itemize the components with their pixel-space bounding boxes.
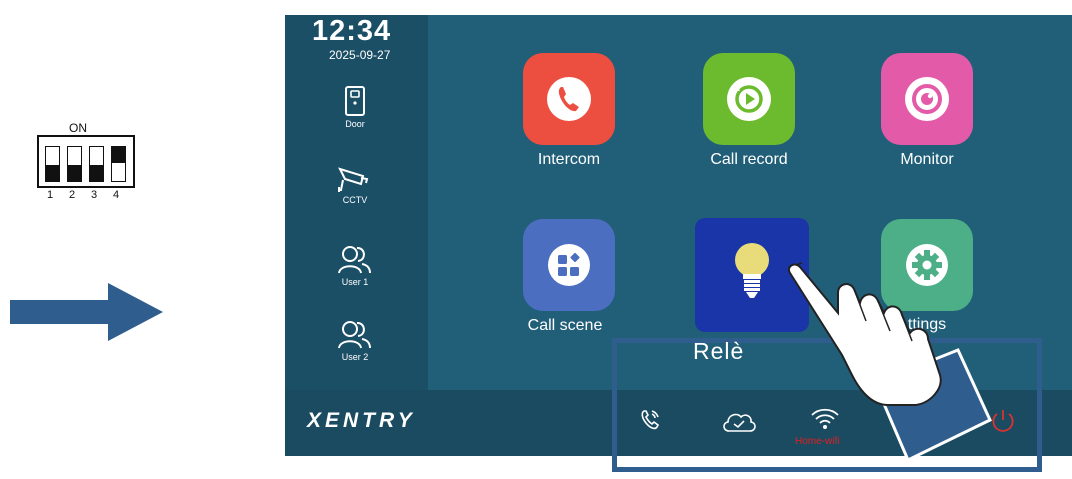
monitor-app-label: Monitor: [900, 151, 954, 168]
users-icon: [338, 321, 371, 349]
dip-switch: [37, 135, 135, 188]
phone-icon: [547, 77, 591, 121]
sidebar-item-label: User 1: [341, 277, 369, 287]
clock-time: 12:34: [312, 15, 392, 47]
dip-switch-label: ON: [69, 121, 87, 135]
sidebar: 12:34 2025-09-27 Door CCTV User 1 User 2: [285, 15, 428, 390]
sidebar-item-door[interactable]: Door: [325, 85, 385, 129]
play-record-icon: [727, 77, 771, 121]
grid-scene-icon: [548, 244, 590, 286]
right-arrow-icon: [10, 283, 163, 341]
brand-logo: XENTRY: [307, 409, 416, 432]
sidebar-item-user-1[interactable]: User 1: [325, 245, 385, 287]
eye-camera-icon: [905, 77, 949, 121]
rele-app-label: Relè: [693, 338, 745, 364]
sidebar-item-label: CCTV: [342, 195, 368, 205]
call-scene-app-label: Call scene: [527, 317, 603, 334]
dip-number-4: 4: [112, 189, 120, 201]
sidebar-item-user-2[interactable]: User 2: [325, 320, 385, 362]
sidebar-item-label: User 2: [341, 352, 369, 362]
dip-number-3: 3: [90, 189, 98, 201]
intercom-app-label: Intercom: [537, 151, 601, 168]
pointing-hand-icon: [788, 262, 992, 463]
cctv-icon: [338, 167, 369, 192]
dip-switch-2: [67, 146, 82, 182]
sidebar-item-label: Door: [345, 119, 365, 129]
intercom-app-button[interactable]: [523, 53, 615, 145]
dip-number-1: 1: [46, 189, 54, 201]
lightbulb-icon: [735, 243, 769, 298]
monitor-app-button[interactable]: [881, 53, 973, 145]
dip-switch-4: [111, 146, 126, 182]
users-icon: [338, 246, 371, 274]
dip-number-2: 2: [68, 189, 76, 201]
call-scene-app-button[interactable]: [523, 219, 615, 311]
sidebar-item-cctv[interactable]: CCTV: [325, 165, 385, 205]
clock-date: 2025-09-27: [329, 48, 391, 62]
call-record-app-button[interactable]: [703, 53, 795, 145]
door-icon: [345, 86, 365, 116]
call-record-app-label: Call record: [710, 151, 788, 168]
dip-switch-3: [89, 146, 104, 182]
dip-switch-1: [45, 146, 60, 182]
